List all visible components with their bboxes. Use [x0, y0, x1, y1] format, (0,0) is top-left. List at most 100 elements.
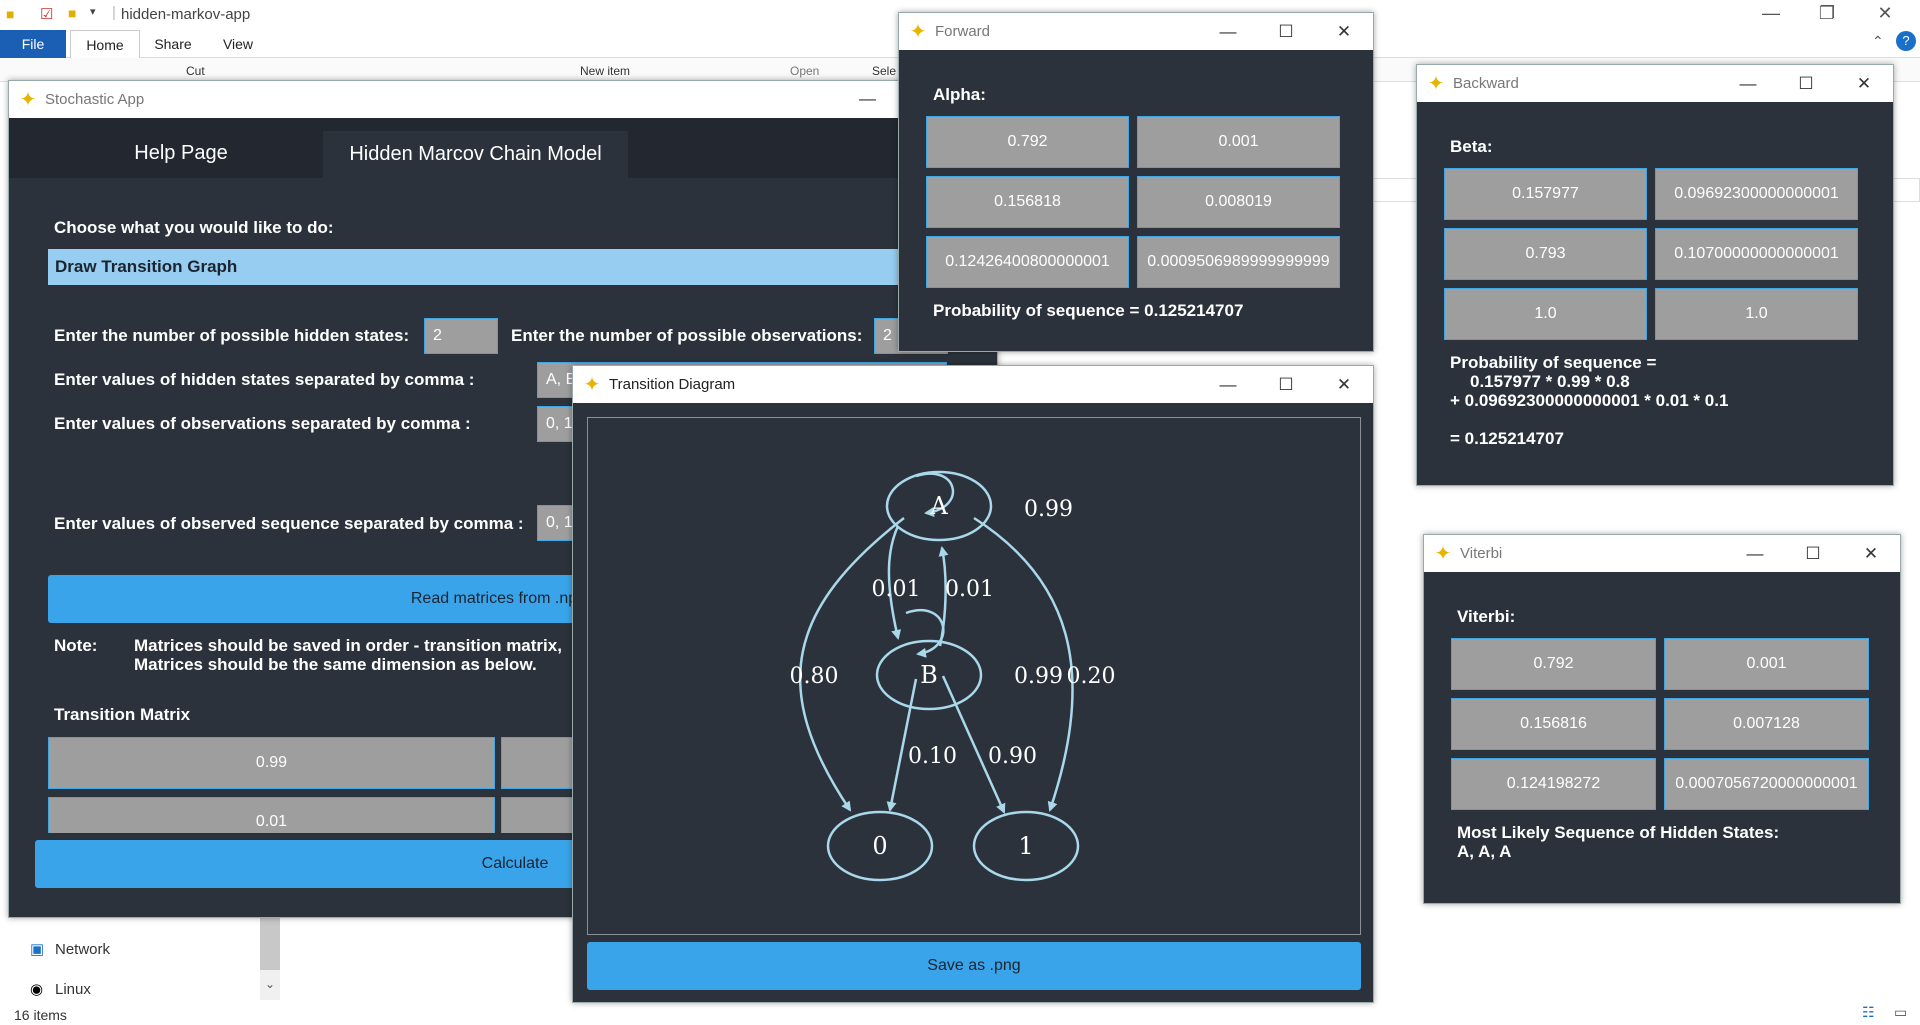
transition-matrix-label: Transition Matrix: [54, 705, 191, 724]
close-icon[interactable]: ✕: [1315, 366, 1373, 403]
network-icon: ▣: [30, 941, 45, 958]
viterbi-cell[interactable]: 0.156816: [1451, 698, 1656, 750]
node-a[interactable]: A: [929, 492, 948, 520]
hidden-states-input[interactable]: 2: [424, 318, 498, 354]
beta-label: Beta:: [1450, 137, 1493, 156]
obs-values-label: Enter values of observations separated b…: [54, 414, 471, 433]
note-label: Note:: [54, 636, 98, 655]
backward-prob-line-3: + 0.09692300000000001 * 0.01 * 0.1: [1450, 391, 1729, 410]
edge-label-a-0: 0.80: [790, 664, 839, 689]
node-1[interactable]: 1: [1018, 832, 1033, 860]
scroll-down-icon[interactable]: ⌄: [265, 977, 275, 991]
maximize-icon[interactable]: ☐: [1784, 535, 1842, 572]
nav-scrollbar[interactable]: ⌄: [260, 915, 280, 1000]
minimize-icon[interactable]: —: [859, 89, 876, 109]
alpha-cell[interactable]: 0.0009506989999999999: [1137, 236, 1340, 288]
ribbon-new-item-label[interactable]: New item: [580, 64, 630, 78]
tab-share[interactable]: Share: [140, 30, 206, 58]
tab-help-page[interactable]: Help Page: [61, 131, 301, 176]
stochastic-title: Stochastic App: [45, 91, 145, 108]
choose-label: Choose what you would like to do:: [54, 218, 334, 237]
node-b[interactable]: B: [920, 661, 938, 689]
most-likely-sequence: A, A, A: [1457, 842, 1512, 861]
large-icons-view-icon[interactable]: ▭: [1894, 1004, 1907, 1021]
nav-item-network[interactable]: Network: [55, 941, 110, 958]
viterbi-window: ✦ Viterbi — ☐ ✕ Viterbi: 0.792 0.001 0.156…: [1423, 534, 1901, 904]
beta-cell[interactable]: 1.0: [1444, 288, 1647, 340]
viterbi-cell[interactable]: 0.0007056720000000001: [1664, 758, 1869, 810]
minimize-icon[interactable]: —: [1726, 535, 1784, 572]
details-view-icon[interactable]: ☷: [1862, 1004, 1875, 1021]
alpha-cell[interactable]: 0.792: [926, 116, 1129, 168]
action-select[interactable]: Draw Transition Graph: [48, 249, 948, 285]
edge-label-b-a: 0.01: [945, 577, 994, 602]
ribbon-cut-label[interactable]: Cut: [186, 64, 205, 78]
transition-diagram-window: ✦ Transition Diagram — ☐ ✕ A B 0 1 0.99 …: [572, 365, 1374, 1003]
observations-label: Enter the number of possible observation…: [511, 326, 863, 345]
app-icon: ✦: [909, 20, 927, 43]
diagram-title: Transition Diagram: [609, 376, 736, 393]
maximize-icon[interactable]: ☐: [1257, 13, 1315, 50]
transition-cell[interactable]: 0.01: [48, 797, 495, 833]
app-icon: ✦: [1434, 542, 1452, 565]
alpha-cell[interactable]: 0.001: [1137, 116, 1340, 168]
transition-cell[interactable]: 0.99: [48, 737, 495, 789]
alpha-cell[interactable]: 0.12426400800000001: [926, 236, 1129, 288]
new-folder-icon[interactable]: ■: [68, 5, 76, 21]
backward-prob-line-2: 0.157977 * 0.99 * 0.8: [1470, 372, 1630, 391]
beta-cell[interactable]: 0.10700000000000001: [1655, 228, 1858, 280]
viterbi-title: Viterbi: [1460, 545, 1503, 562]
minimize-icon[interactable]: —: [1719, 65, 1777, 102]
ribbon-select-label[interactable]: Sele: [872, 64, 896, 78]
maximize-icon[interactable]: ☐: [1777, 65, 1835, 102]
viterbi-cell[interactable]: 0.001: [1664, 638, 1869, 690]
viterbi-cell[interactable]: 0.124198272: [1451, 758, 1656, 810]
help-icon[interactable]: ?: [1896, 31, 1916, 51]
most-likely-label: Most Likely Sequence of Hidden States:: [1457, 823, 1780, 842]
restore-icon[interactable]: ❐: [1804, 3, 1850, 24]
edge-b-b: [905, 609, 945, 658]
minimize-icon[interactable]: —: [1199, 366, 1257, 403]
beta-cell[interactable]: 0.793: [1444, 228, 1647, 280]
app-icon: ✦: [1427, 72, 1445, 95]
beta-cell[interactable]: 0.09692300000000001: [1655, 168, 1858, 220]
beta-cell[interactable]: 1.0: [1655, 288, 1858, 340]
properties-icon[interactable]: ☑: [40, 5, 53, 23]
tab-view[interactable]: View: [206, 30, 270, 58]
viterbi-titlebar: ✦ Viterbi — ☐ ✕: [1424, 535, 1900, 572]
alpha-cell[interactable]: 0.008019: [1137, 176, 1340, 228]
file-tab[interactable]: File: [0, 30, 66, 58]
transition-graph-svg: A B 0 1 0.99 0.01 0.01 0.99 0.80 0.20 0.…: [790, 470, 1116, 882]
collapse-ribbon-icon[interactable]: ⌃: [1872, 33, 1884, 50]
hidden-states-label: Enter the number of possible hidden stat…: [54, 326, 410, 345]
forward-window: ✦ Forward — ☐ ✕ Alpha: 0.792 0.001 0.15681…: [898, 12, 1374, 352]
folder-icon: ■: [6, 6, 15, 22]
edge-label-b-b: 0.99: [1014, 664, 1063, 689]
alpha-cell[interactable]: 0.156818: [926, 176, 1129, 228]
alpha-label: Alpha:: [933, 85, 986, 104]
edge-label-a-1: 0.20: [1067, 664, 1116, 689]
minimize-icon[interactable]: —: [1748, 3, 1794, 24]
close-icon[interactable]: ✕: [1862, 3, 1908, 24]
viterbi-cell[interactable]: 0.792: [1451, 638, 1656, 690]
app-icon: ✦: [583, 373, 601, 396]
tab-bar: Help Page Hidden Marcov Chain Model: [9, 118, 999, 178]
forward-title: Forward: [935, 23, 991, 40]
save-png-button[interactable]: Save as .png: [587, 942, 1361, 990]
maximize-icon[interactable]: ☐: [1257, 366, 1315, 403]
quick-access-dropdown-icon[interactable]: ▾: [90, 5, 96, 18]
close-icon[interactable]: ✕: [1835, 65, 1893, 102]
tab-hidden-markov[interactable]: Hidden Marcov Chain Model: [323, 131, 628, 178]
beta-cell[interactable]: 0.157977: [1444, 168, 1647, 220]
app-icon: ✦: [19, 88, 37, 111]
status-item-count: 16 items: [14, 1007, 67, 1023]
minimize-icon[interactable]: —: [1199, 13, 1257, 50]
node-0[interactable]: 0: [872, 832, 887, 860]
viterbi-cell[interactable]: 0.007128: [1664, 698, 1869, 750]
nav-item-linux[interactable]: Linux: [55, 981, 91, 998]
forward-probability: Probability of sequence = 0.125214707: [933, 301, 1244, 320]
close-icon[interactable]: ✕: [1842, 535, 1900, 572]
ribbon-open-label[interactable]: Open: [790, 64, 819, 78]
tab-home[interactable]: Home: [70, 30, 140, 58]
close-icon[interactable]: ✕: [1315, 13, 1373, 50]
